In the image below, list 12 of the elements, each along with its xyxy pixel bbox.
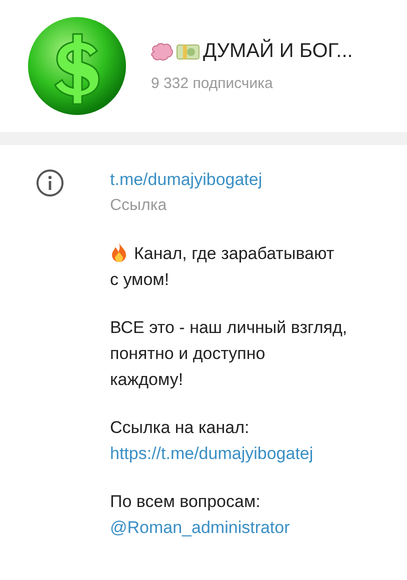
channel-link[interactable]: t.me/dumajyibogatej [110, 167, 348, 193]
info-icon [36, 169, 64, 197]
channel-title: ДУМАЙ И БОГ... [203, 40, 353, 63]
link-caption: Ссылка [110, 196, 168, 216]
description-text: По всем вопросам: [110, 491, 262, 513]
description-link[interactable]: https://t.me/dumajyibogatej [110, 441, 348, 467]
description-text: Ссылка на канал: [110, 417, 250, 439]
banknote-icon [176, 42, 200, 60]
subscriber-count: 9 332 подписчика [151, 75, 274, 92]
description-link[interactable]: @Roman_administrator [110, 515, 348, 541]
description-text: Канал, где зарабатывают с умом! [110, 241, 336, 291]
description-text: ВСЕ это - наш личный взгляд, понятно и доступно каждому! [110, 317, 348, 391]
